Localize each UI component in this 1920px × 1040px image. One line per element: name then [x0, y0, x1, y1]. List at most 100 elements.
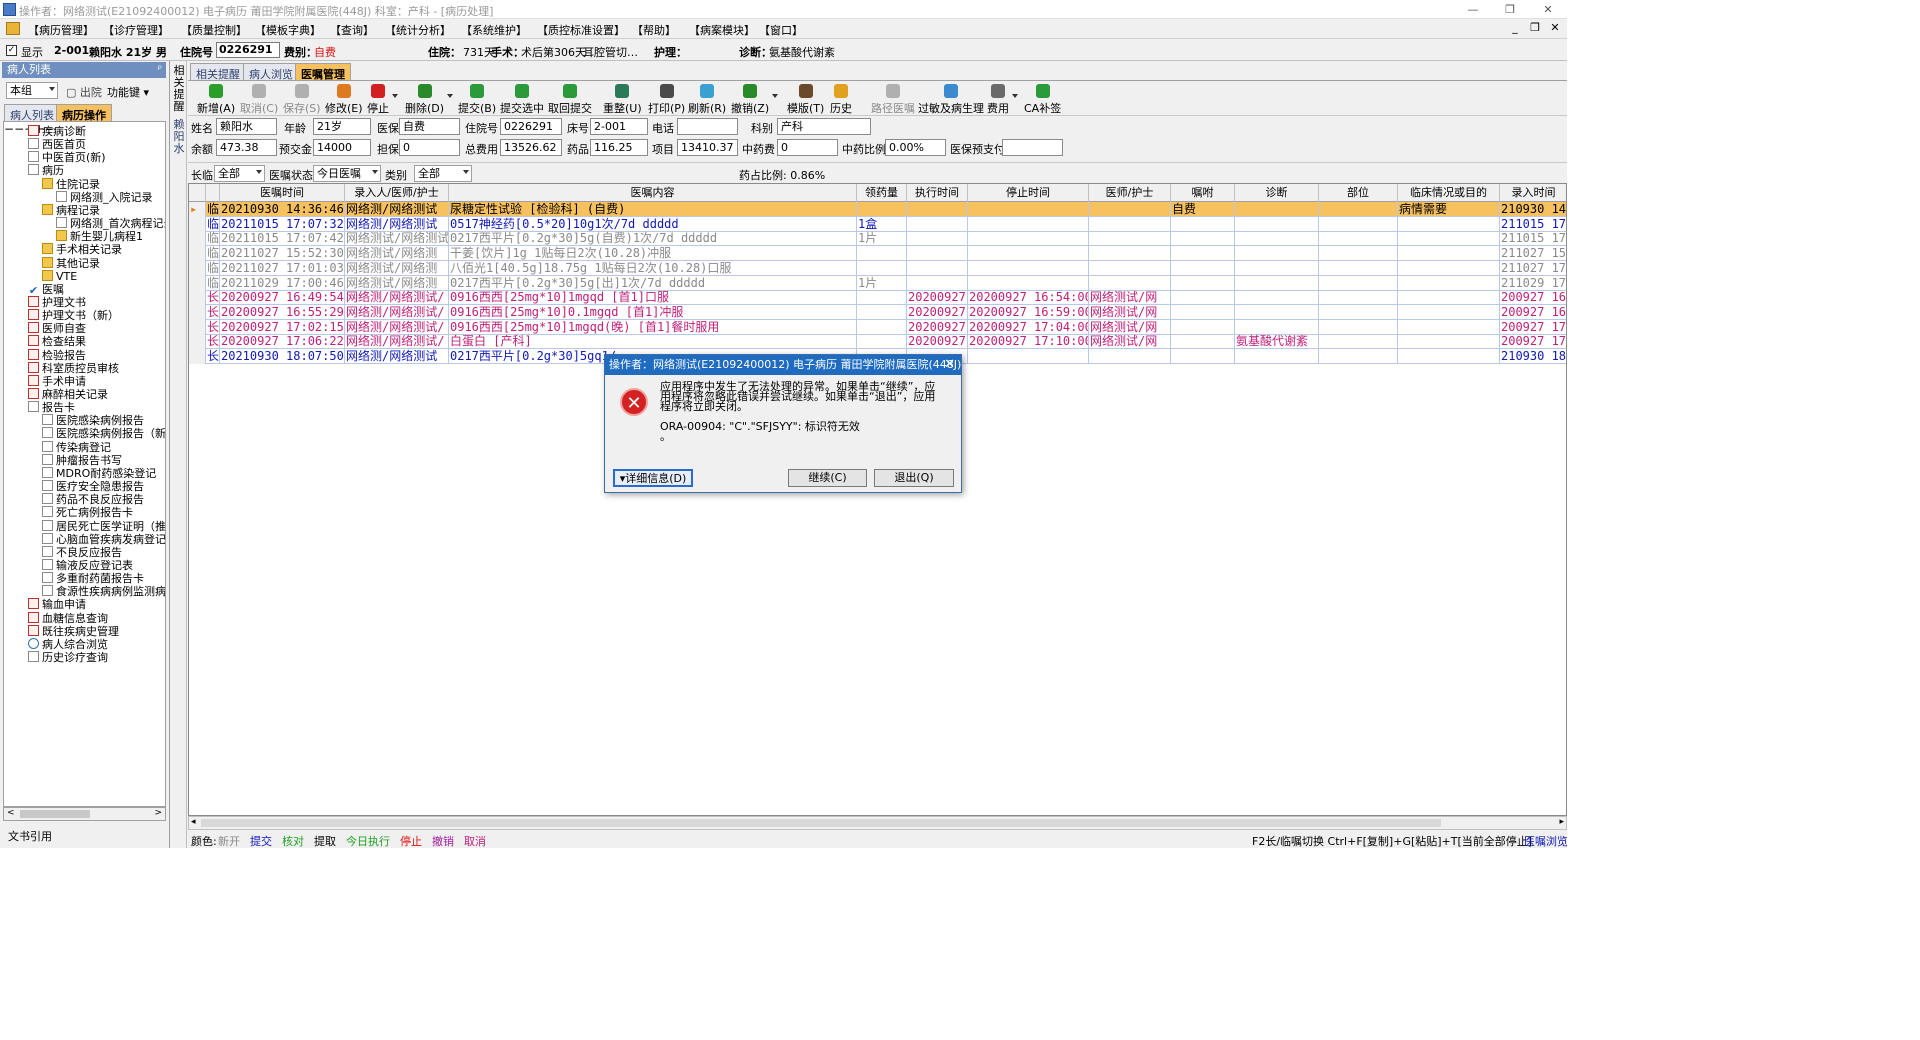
long-temp-select[interactable]: 全部 [214, 165, 265, 182]
tree-item[interactable]: 传染病登记 [42, 440, 111, 454]
total-cost-field[interactable]: 13526.62 [500, 139, 562, 156]
menu-item[interactable]: 【质控标准设置】 [537, 22, 625, 38]
tree-item[interactable]: 心脑血管疾病发病登记报 [42, 532, 165, 546]
table-row[interactable]: 临 20211015 17:07:32 网络测/网络测试 0517神经药[0.5*20… [189, 216, 1566, 232]
tree-horizontal-scrollbar[interactable]: < > [3, 807, 166, 821]
table-row[interactable]: ▸ 临 20210930 14:36:46 网络测/网络测试 尿糖定性试验 [检验科] … [189, 202, 1566, 217]
tree-item[interactable]: 不良反应报告 [42, 545, 122, 559]
table-horizontal-scrollbar[interactable]: ◂ ▸ [188, 816, 1567, 830]
chevron-down-icon[interactable] [1012, 94, 1018, 98]
balance-field[interactable]: 473.38 [216, 139, 277, 156]
tree-item[interactable]: 病历 [28, 164, 64, 177]
inpatient-field[interactable]: 0226291 [500, 118, 562, 135]
tree-item[interactable]: 中医首页(新) [28, 151, 106, 164]
chevron-down-icon[interactable] [447, 94, 454, 98]
tree-item[interactable]: MDRO耐药感染登记 [42, 466, 156, 480]
order-browse-tab[interactable]: 医嘱浏览 [1524, 833, 1567, 848]
show-checkbox[interactable]: ✓ [6, 45, 17, 56]
chevron-down-icon[interactable] [392, 94, 398, 98]
tree-item[interactable]: 历史诊疗查询 [28, 651, 108, 664]
menu-item[interactable]: 【病案模块】 [689, 22, 755, 38]
chevron-down-icon[interactable] [772, 94, 779, 98]
item-cost-field[interactable]: 13410.37 [677, 139, 738, 156]
toolbar-button[interactable]: CA补签 [1024, 84, 1061, 115]
tree-item[interactable]: 既往疾病史管理 [28, 624, 119, 638]
tree-item[interactable]: ✔ 医嘱 [28, 283, 64, 296]
tcm-ratio-field[interactable]: 0.00% [885, 139, 946, 156]
menu-item[interactable]: 【查询】 [330, 22, 374, 38]
tree-item[interactable]: 多重耐药菌报告卡 [42, 572, 144, 585]
toolbar-button[interactable]: 提交(B) [458, 84, 496, 115]
scrollbar-thumb[interactable] [20, 810, 90, 818]
tree-item[interactable]: 护理文书 [28, 295, 86, 309]
tree-item[interactable]: 医师自查 [28, 322, 86, 335]
toolbar-button[interactable]: 重整(U) [603, 84, 642, 115]
menu-item[interactable]: 【模板字典】 [255, 22, 321, 38]
category-select[interactable]: 全部 [414, 165, 472, 182]
toolbar-button[interactable]: 打印(P) [648, 84, 685, 115]
dialog-close-icon[interactable]: ✕ [944, 355, 955, 375]
tree-item[interactable]: 食源性疾病病例监测病例 [42, 585, 165, 598]
minimize-button[interactable]: — [1463, 2, 1483, 17]
scroll-left-icon[interactable]: < [7, 808, 15, 818]
exit-button[interactable]: 退出(Q) [874, 469, 954, 487]
menu-item[interactable]: 【统计分析】 [385, 22, 451, 38]
toolbar-button[interactable]: 保存(S) [283, 84, 321, 115]
table-row[interactable]: 临 20211015 17:07:42 网络测试/网络测试 0217西平片[0.2g*… [189, 231, 1566, 247]
details-button[interactable]: ▾详细信息(D) [613, 469, 693, 487]
column-header[interactable]: 执行时间 [907, 184, 968, 202]
tree-item[interactable]: 麻醉相关记录 [28, 388, 108, 401]
toolbar-button[interactable]: 模版(T) [787, 84, 824, 115]
insurance-prepay-field[interactable] [1002, 139, 1063, 156]
column-header[interactable]: 嘱咐 [1171, 184, 1235, 202]
tree-item[interactable]: 手术相关记录 [42, 243, 122, 256]
tab-patient-list[interactable]: 病人列表 [4, 104, 60, 122]
pin-icon[interactable]: ᵖ [158, 62, 162, 78]
tab-order-management[interactable]: 医嘱管理 [295, 63, 351, 81]
toolbar-button[interactable]: 新增(A) [197, 84, 235, 115]
table-row[interactable]: 长 20200927 17:06:22 网络测/网络测试/白蛋白 [产科] 20200… [189, 334, 1566, 350]
bed-field[interactable]: 2-001 [590, 118, 648, 135]
tree-item[interactable]: 疾病诊断 [28, 125, 86, 138]
tcm-cost-field[interactable]: 0 [777, 139, 838, 156]
table-row[interactable]: 临 20211027 15:52:30 网络测试/网络测 干姜[饮片]1g 1贴每日2… [189, 246, 1566, 262]
tree-item[interactable]: 死亡病例报告卡 [42, 506, 133, 519]
tab-reminders[interactable]: 相关提醒 [190, 63, 246, 81]
column-header[interactable]: 诊断 [1235, 184, 1319, 202]
tree-item[interactable]: 科室质控员审核 [28, 361, 119, 375]
insurance-field[interactable]: 自费 [399, 118, 460, 135]
age-field[interactable]: 21岁 [313, 118, 371, 135]
table-row[interactable]: 临 20211029 17:00:46 网络测试/网络测 0217西平片[0.2g*3… [189, 275, 1566, 291]
column-header[interactable] [206, 184, 220, 202]
tree-item[interactable]: 其他记录 [42, 256, 100, 270]
document-reference-tab[interactable]: 文书引用 [8, 828, 52, 844]
column-header[interactable]: 医师/护士 [1089, 184, 1171, 202]
table-row[interactable]: 长 20200927 16:55:29 网络测/网络测试/0916西西[25mg*1… [189, 304, 1566, 320]
patient-vertical-tab[interactable]: 赖阳水 [173, 119, 185, 155]
tab-record-operation[interactable]: 病历操作 [56, 104, 112, 122]
scroll-left-icon[interactable]: ◂ [191, 817, 196, 827]
menu-item[interactable]: 【诊疗管理】 [103, 22, 169, 38]
tree-item[interactable]: 网络测_首次病程记录 [56, 217, 165, 230]
tree-item[interactable]: 居民死亡医学证明（推断 [42, 519, 165, 533]
expand-toggle-icon[interactable]: − [4, 122, 14, 136]
expand-toggle-icon[interactable]: − [14, 122, 24, 136]
toolbar-button[interactable]: 提交选中 [500, 84, 544, 115]
function-key-dropdown[interactable]: 功能键 ▾ [107, 84, 149, 100]
column-header[interactable]: 录入时间 [1500, 184, 1566, 202]
discharge-checkbox[interactable]: ▢ 出院 [66, 84, 102, 100]
column-header[interactable]: 停止时间 [968, 184, 1089, 202]
table-row[interactable]: 长 20200927 17:02:15 网络测/网络测试/0916西西[25mg*1… [189, 319, 1566, 335]
column-header[interactable]: 临床情况或目的 [1398, 184, 1500, 202]
column-header[interactable]: 录入人/医师/护士 [345, 184, 449, 202]
menu-item[interactable]: 【系统维护】 [461, 22, 527, 38]
toolbar-button[interactable]: 历史 [830, 84, 852, 115]
toolbar-button[interactable]: 取回提交 [548, 84, 592, 115]
column-header[interactable]: 领药量 [857, 184, 907, 202]
tree-item[interactable]: 医院感染病例报告（新） [42, 427, 165, 440]
tree-item[interactable]: 肿瘤报告书写 [42, 453, 122, 467]
tree-item[interactable]: 药品不良反应报告 [42, 493, 144, 506]
column-header[interactable] [189, 184, 206, 202]
tree-item[interactable]: 西医首页 [28, 138, 86, 151]
toolbar-button[interactable]: 过敏及病生理 [918, 84, 984, 115]
